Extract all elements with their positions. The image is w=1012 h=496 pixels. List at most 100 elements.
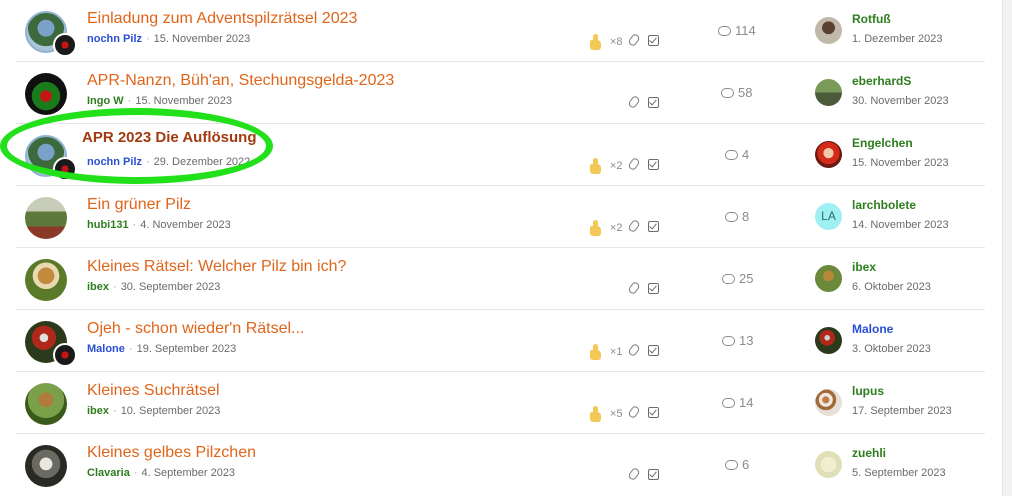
- thumbs-up-icon: [589, 406, 603, 422]
- last-poster-avatar[interactable]: [815, 389, 842, 416]
- speech-bubble-icon: [718, 26, 731, 36]
- thread-start-date: 30. September 2023: [120, 281, 221, 293]
- author-avatar[interactable]: [25, 383, 67, 425]
- author-avatar[interactable]: [25, 197, 67, 239]
- reply-count-value: 114: [735, 23, 756, 38]
- last-poster-link[interactable]: lupus: [852, 384, 884, 398]
- thread-title-link[interactable]: APR-Nanzn, Büh'an, Stechungsgelda-2023: [87, 72, 394, 90]
- last-post-date[interactable]: 17. September 2023: [852, 405, 952, 417]
- last-post-date[interactable]: 5. September 2023: [852, 467, 946, 479]
- checkbox-checked-icon: [648, 97, 659, 108]
- last-poster-link[interactable]: eberhardS: [852, 74, 911, 88]
- speech-bubble-icon: [725, 212, 738, 222]
- thread-start-date: 10. September 2023: [120, 405, 221, 417]
- thread-meta: ibex · 30. September 2023: [87, 281, 220, 293]
- thread-row[interactable]: Kleines gelbes Pilzchen Clavaria · 4. Sept…: [16, 434, 985, 496]
- last-poster-avatar[interactable]: [815, 141, 842, 168]
- secondary-avatar-badge[interactable]: [53, 33, 77, 57]
- thread-row[interactable]: Kleines Rätsel: Welcher Pilz bin ich? ib…: [16, 248, 985, 310]
- paperclip-icon: [627, 32, 641, 48]
- reply-count-value: 4: [742, 147, 750, 162]
- last-post-date[interactable]: 3. Oktober 2023: [852, 343, 931, 355]
- last-poster-link[interactable]: Malone: [852, 322, 893, 336]
- thread-author-link[interactable]: ibex: [87, 405, 109, 417]
- thread-author-link[interactable]: hubi131: [87, 219, 129, 231]
- last-poster-link[interactable]: Engelchen: [852, 136, 913, 150]
- paperclip-icon: [627, 156, 641, 172]
- secondary-avatar-badge[interactable]: [53, 157, 77, 181]
- last-post-date[interactable]: 15. November 2023: [852, 157, 949, 169]
- checkbox-checked-icon: [648, 221, 659, 232]
- like-count: ×5: [610, 408, 623, 420]
- thread-author-link[interactable]: nochn Pilz: [87, 156, 142, 168]
- reply-count-value: 25: [739, 271, 754, 286]
- last-poster-avatar[interactable]: [815, 79, 842, 106]
- thread-meta: Malone · 19. September 2023: [87, 343, 236, 355]
- reply-count: 58: [721, 85, 752, 100]
- last-poster-avatar[interactable]: [815, 17, 842, 44]
- thumbs-up-icon: [589, 344, 603, 360]
- thread-start-date: 15. November 2023: [153, 33, 251, 45]
- last-poster-avatar[interactable]: LA: [815, 203, 842, 230]
- thread-title-link[interactable]: Ojeh - schon wieder'n Rätsel...: [87, 320, 304, 338]
- reply-count: 14: [722, 395, 753, 410]
- thumbs-up-icon: [589, 34, 603, 50]
- reply-count-value: 14: [739, 395, 754, 410]
- paperclip-icon: [627, 466, 641, 482]
- meta-separator: ·: [113, 281, 117, 293]
- speech-bubble-icon: [725, 150, 738, 160]
- author-avatar[interactable]: [25, 73, 67, 115]
- thread-start-date: 15. November 2023: [135, 95, 232, 107]
- last-post-date[interactable]: 1. Dezember 2023: [852, 33, 943, 45]
- author-avatar[interactable]: [25, 445, 67, 487]
- thread-meta: hubi131 · 4. November 2023: [87, 219, 231, 231]
- thread-title-link[interactable]: Kleines Rätsel: Welcher Pilz bin ich?: [87, 258, 346, 276]
- last-poster-avatar[interactable]: [815, 327, 842, 354]
- thread-author-link[interactable]: Malone: [87, 343, 125, 355]
- last-poster-link[interactable]: larchbolete: [852, 198, 916, 212]
- last-poster-link[interactable]: zuehli: [852, 446, 886, 460]
- thread-title-link[interactable]: Ein grüner Pilz: [87, 196, 191, 214]
- checkbox-checked-icon: [648, 407, 659, 418]
- last-poster-avatar[interactable]: [815, 265, 842, 292]
- thread-title-link[interactable]: Einladung zum Adventspilzrätsel 2023: [87, 10, 357, 28]
- checkbox-checked-icon: [648, 345, 659, 356]
- last-poster-link[interactable]: ibex: [852, 260, 876, 274]
- last-post-date[interactable]: 14. November 2023: [852, 219, 949, 231]
- reply-count: 4: [725, 147, 749, 162]
- thread-title-link[interactable]: Kleines Suchrätsel: [87, 382, 220, 400]
- reply-count: 6: [725, 457, 749, 472]
- secondary-avatar-badge[interactable]: [53, 343, 77, 367]
- thread-row[interactable]: Einladung zum Adventspilzrätsel 2023 noc…: [16, 0, 985, 62]
- last-poster-avatar[interactable]: [815, 451, 842, 478]
- thread-start-date: 19. September 2023: [136, 343, 237, 355]
- thread-author-link[interactable]: ibex: [87, 281, 109, 293]
- thread-row[interactable]: APR 2023 Die Auflösung nochn Pilz · 29. De…: [16, 124, 985, 186]
- thread-row[interactable]: Kleines Suchrätsel ibex · 10. September 20…: [16, 372, 985, 434]
- last-post-date[interactable]: 6. Oktober 2023: [852, 281, 931, 293]
- thread-row[interactable]: Ojeh - schon wieder'n Rätsel... Malone · 1…: [16, 310, 985, 372]
- thread-start-date: 29. Dezember 2022: [153, 156, 251, 168]
- author-avatar[interactable]: [25, 259, 67, 301]
- thread-title-link[interactable]: APR 2023 Die Auflösung: [82, 129, 256, 146]
- last-poster-link[interactable]: Rotfuß: [852, 12, 891, 26]
- thread-author-link[interactable]: Ingo W: [87, 95, 124, 107]
- reply-count: 25: [722, 271, 753, 286]
- speech-bubble-icon: [722, 274, 735, 284]
- reply-count-value: 8: [742, 209, 750, 224]
- last-post-date[interactable]: 30. November 2023: [852, 95, 949, 107]
- scrollbar[interactable]: [1002, 0, 1012, 496]
- thread-title-link[interactable]: Kleines gelbes Pilzchen: [87, 444, 256, 462]
- thread-meta: Clavaria · 4. September 2023: [87, 467, 235, 479]
- thread-author-link[interactable]: nochn Pilz: [87, 33, 142, 45]
- paperclip-icon: [627, 94, 641, 110]
- thread-row[interactable]: APR-Nanzn, Büh'an, Stechungsgelda-2023 I…: [16, 62, 985, 124]
- meta-separator: ·: [146, 33, 150, 45]
- checkbox-checked-icon: [648, 283, 659, 294]
- paperclip-icon: [627, 218, 641, 234]
- checkbox-checked-icon: [648, 469, 659, 480]
- like-count: ×8: [610, 36, 623, 48]
- thread-row[interactable]: Ein grüner Pilz hubi131 · 4. November 2023…: [16, 186, 985, 248]
- like-count: ×2: [610, 160, 623, 172]
- thread-author-link[interactable]: Clavaria: [87, 467, 130, 479]
